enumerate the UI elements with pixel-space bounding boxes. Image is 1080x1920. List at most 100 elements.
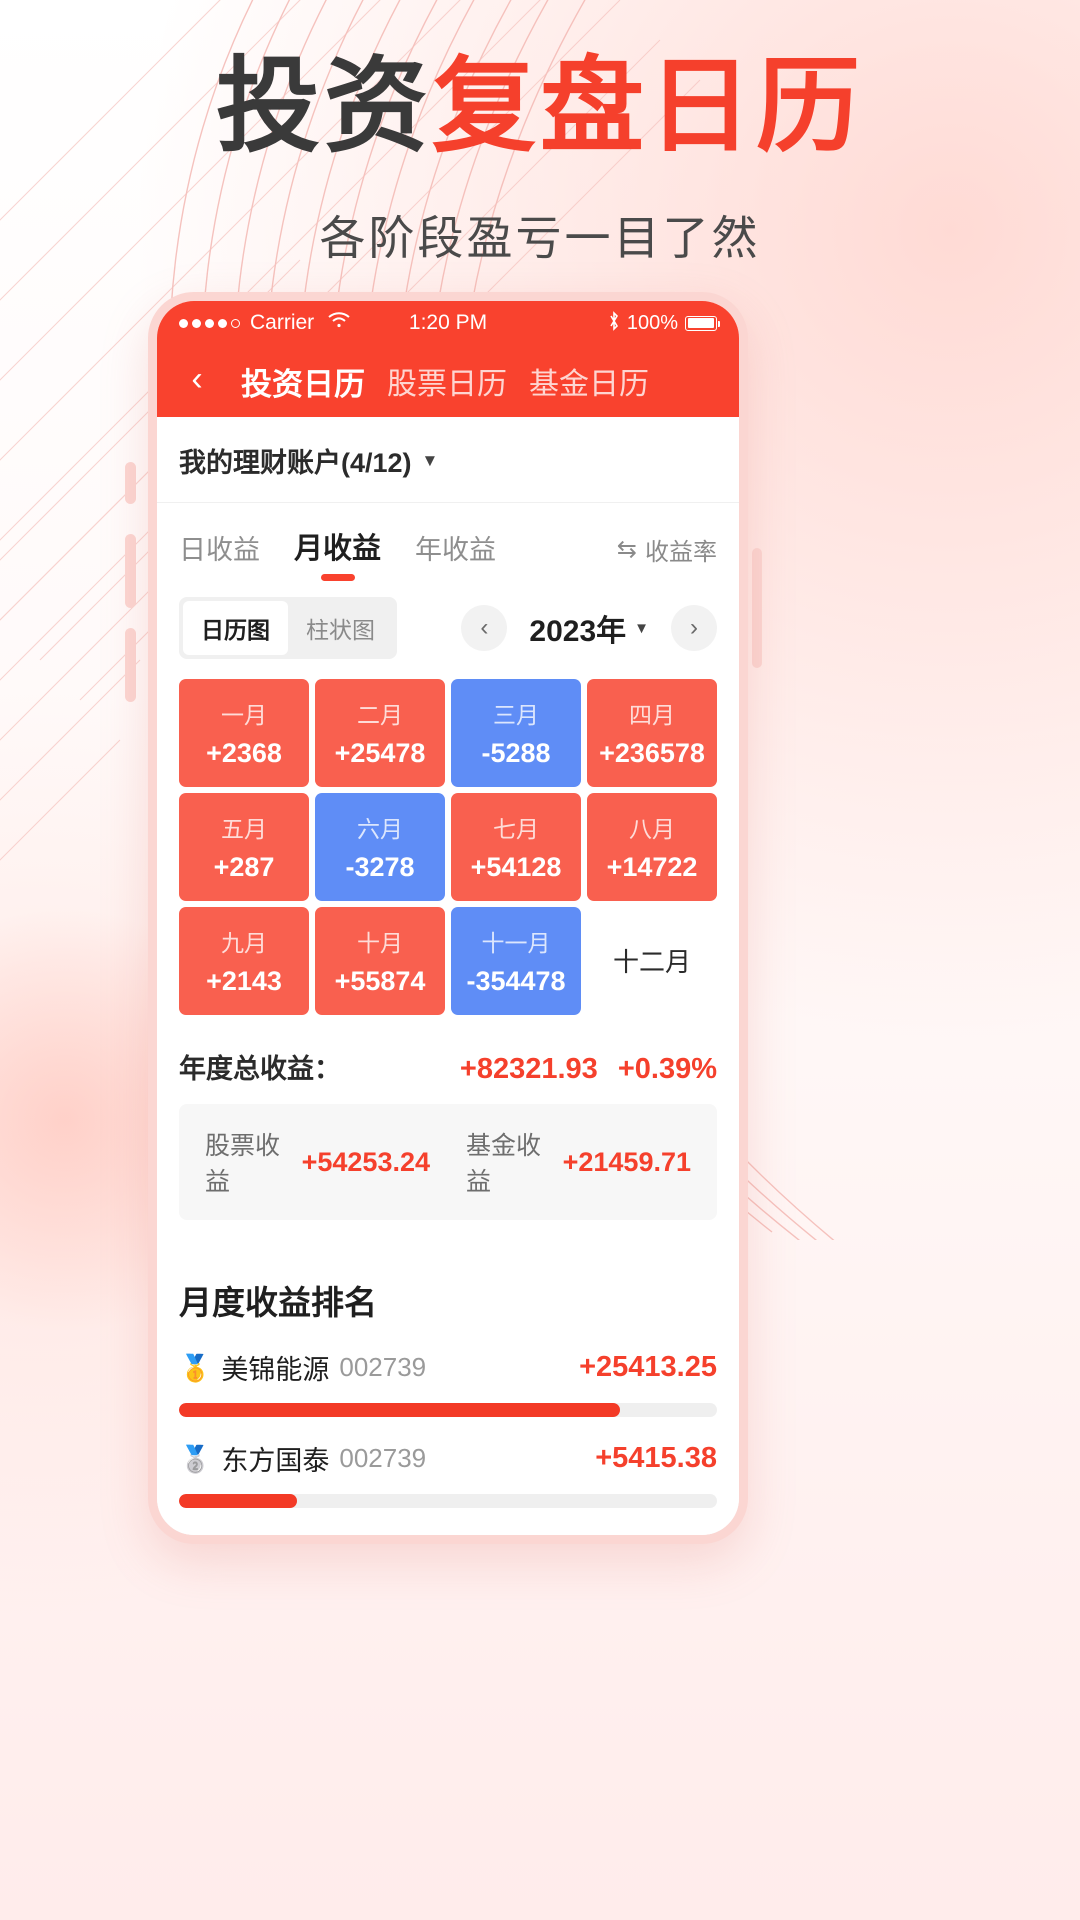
ranking-progress-fill: [179, 1403, 621, 1417]
month-name: 十月: [357, 929, 403, 956]
battery-percent-label: 100%: [626, 311, 678, 334]
period-subtabs: 日收益 月收益 年收益 ⇆ 收益率: [157, 503, 739, 583]
month-cell-9[interactable]: 九月 +2143: [179, 907, 309, 1015]
year-navigation: ‹ 2023年 ▼ ›: [461, 605, 717, 651]
ranking-list: 🥇美锦能源002739+25413.25🥈东方国泰002739+5415.38🥉…: [157, 1330, 739, 1535]
month-cell-5[interactable]: 五月 +287: [179, 793, 309, 901]
phone-volume-down-button: [125, 628, 136, 702]
month-value: +14722: [606, 851, 698, 882]
phone-volume-up-button: [125, 534, 136, 608]
next-year-button[interactable]: ›: [671, 605, 717, 651]
month-cell-8[interactable]: 八月 +14722: [587, 793, 717, 901]
month-cell-4[interactable]: 四月 +236578: [587, 679, 717, 787]
fund-return-label: 基金收益: [466, 1132, 542, 1196]
return-breakdown-row: 股票收益 +54253.24 基金收益 +21459.71: [179, 1104, 717, 1220]
annual-total-amount: +82321.93: [459, 1053, 598, 1085]
month-value: -354478: [466, 965, 566, 996]
ranking-stock-value: +25413.25: [579, 1351, 717, 1383]
month-name: 十一月: [481, 929, 551, 956]
month-name: 九月: [221, 929, 267, 956]
month-name: 五月: [221, 815, 267, 842]
ranking-title: 月度收益排名: [179, 1284, 377, 1321]
ranking-stock-name: 东方国泰: [221, 1446, 330, 1476]
month-name: 六月: [357, 815, 403, 842]
ranking-stock-name: 同花顺: [221, 1530, 302, 1535]
ranking-stock-code: 002739: [339, 1352, 427, 1382]
stock-return-value: +54253.24: [301, 1146, 430, 1177]
back-button[interactable]: ‹: [175, 362, 219, 400]
subtab-yearly-return[interactable]: 年收益: [415, 528, 496, 583]
chevron-down-icon: ▼: [634, 619, 649, 637]
segment-calendar-view[interactable]: 日历图: [183, 601, 288, 655]
ranking-stock-value: +5415.38: [595, 1442, 717, 1474]
month-cell-1[interactable]: 一月 +2368: [179, 679, 309, 787]
battery-icon: [685, 315, 720, 331]
fund-return-value: +21459.71: [562, 1146, 691, 1177]
phone-mockup: Carrier 1:20 PM 100% ‹ 投资日历 股票日历 基金日历 我的…: [148, 292, 748, 1544]
prev-year-button[interactable]: ‹: [461, 605, 508, 651]
page-title: 投资复盘日历: [0, 48, 1080, 168]
ranking-stock-code: 002739: [312, 1534, 399, 1535]
year-selector[interactable]: 2023年 ▼: [529, 606, 649, 650]
ranking-progress-fill: [179, 1494, 298, 1508]
page-title-accent: 复盘日历: [432, 50, 865, 165]
month-cell-3[interactable]: 三月 -5288: [451, 679, 581, 787]
month-cell-6[interactable]: 六月 -3278: [315, 793, 445, 901]
status-bar-right: 100%: [507, 310, 720, 336]
month-value: +2368: [206, 737, 282, 768]
page-subtitle: 各阶段盈亏一目了然: [319, 212, 761, 264]
hero-section: 投资复盘日历 各阶段盈亏一目了然: [0, 0, 1080, 268]
nav-tab-investment-calendar[interactable]: 投资日历: [241, 359, 365, 404]
year-label: 2023年: [529, 615, 627, 648]
month-heatmap-grid: 一月 +2368 二月 +25478 三月 -5288 四月 +236578 五月 +287 六月 -…: [157, 665, 739, 1025]
month-value: +236578: [599, 737, 705, 768]
month-cell-2[interactable]: 二月 +25478: [315, 679, 445, 787]
status-bar-time: 1:20 PM: [408, 311, 488, 334]
swap-icon: ⇆: [616, 536, 637, 563]
month-value: -3278: [345, 851, 415, 882]
annual-total-percent: +0.39%: [617, 1053, 717, 1085]
calendar-card: 我的理财账户(4/12) ▼ 日收益 月收益 年收益 ⇆ 收益率 日历图 柱状图…: [157, 417, 739, 1246]
month-cell-11[interactable]: 十一月 -354478: [451, 907, 581, 1015]
segment-bar-chart-view[interactable]: 柱状图: [288, 601, 393, 655]
ranking-row[interactable]: 🥈 东方国泰 002739 +5415.38: [157, 1421, 739, 1512]
month-name: 七月: [493, 815, 539, 842]
ranking-row[interactable]: 🥇 美锦能源 002739 +25413.25: [157, 1330, 739, 1421]
ranking-row[interactable]: 🥉同花顺002739+725.24: [157, 1512, 739, 1535]
month-value: +287: [213, 851, 275, 882]
month-value: +25478: [334, 737, 426, 768]
month-name: 二月: [357, 701, 403, 728]
month-cell-12[interactable]: 十二月: [587, 907, 717, 1015]
month-name: 三月: [493, 701, 539, 728]
phone-silent-switch: [125, 462, 136, 504]
gold-medal-icon: 🥇: [179, 1352, 212, 1383]
month-value: +54128: [470, 851, 562, 882]
account-name-label: 我的理财账户(4/12): [179, 448, 412, 478]
status-bar: Carrier 1:20 PM 100%: [157, 301, 739, 345]
nav-tab-fund-calendar[interactable]: 基金日历: [529, 359, 649, 403]
month-cell-7[interactable]: 七月 +54128: [451, 793, 581, 901]
subtab-monthly-return[interactable]: 月收益: [294, 525, 381, 583]
annual-total-row: 年度总收益： +82321.93 +0.39%: [157, 1025, 739, 1104]
status-bar-left: Carrier: [179, 311, 389, 335]
subtab-daily-return[interactable]: 日收益: [179, 528, 260, 583]
page-title-dark: 投资: [215, 50, 432, 165]
nav-tab-stock-calendar[interactable]: 股票日历: [387, 359, 507, 403]
chart-type-segmented-control: 日历图 柱状图: [179, 597, 397, 659]
month-value: +2143: [206, 965, 282, 996]
account-selector[interactable]: 我的理财账户(4/12) ▼: [157, 417, 739, 503]
annual-total-values: +82321.93 +0.39%: [460, 1053, 717, 1086]
return-rate-toggle[interactable]: ⇆ 收益率: [617, 532, 717, 583]
app-screen: 我的理财账户(4/12) ▼ 日收益 月收益 年收益 ⇆ 收益率 日历图 柱状图…: [157, 417, 739, 1535]
month-name: 十二月: [612, 946, 691, 977]
ranking-stock-name: 美锦能源: [221, 1355, 330, 1385]
ranking-stock-code: 002739: [339, 1443, 427, 1473]
ranking-progress-track: [179, 1403, 717, 1417]
return-rate-label: 收益率: [645, 539, 717, 566]
chart-controls: 日历图 柱状图 ‹ 2023年 ▼ ›: [157, 583, 739, 665]
month-cell-10[interactable]: 十月 +55874: [315, 907, 445, 1015]
ranking-card: 月度收益排名 🥇 美锦能源 002739 +25413.25 🥈 东方国泰 002739 +5…: [157, 1246, 739, 1535]
month-name: 一月: [221, 701, 267, 728]
silver-medal-icon: 🥈: [179, 1443, 212, 1474]
carrier-label: Carrier: [250, 311, 315, 334]
